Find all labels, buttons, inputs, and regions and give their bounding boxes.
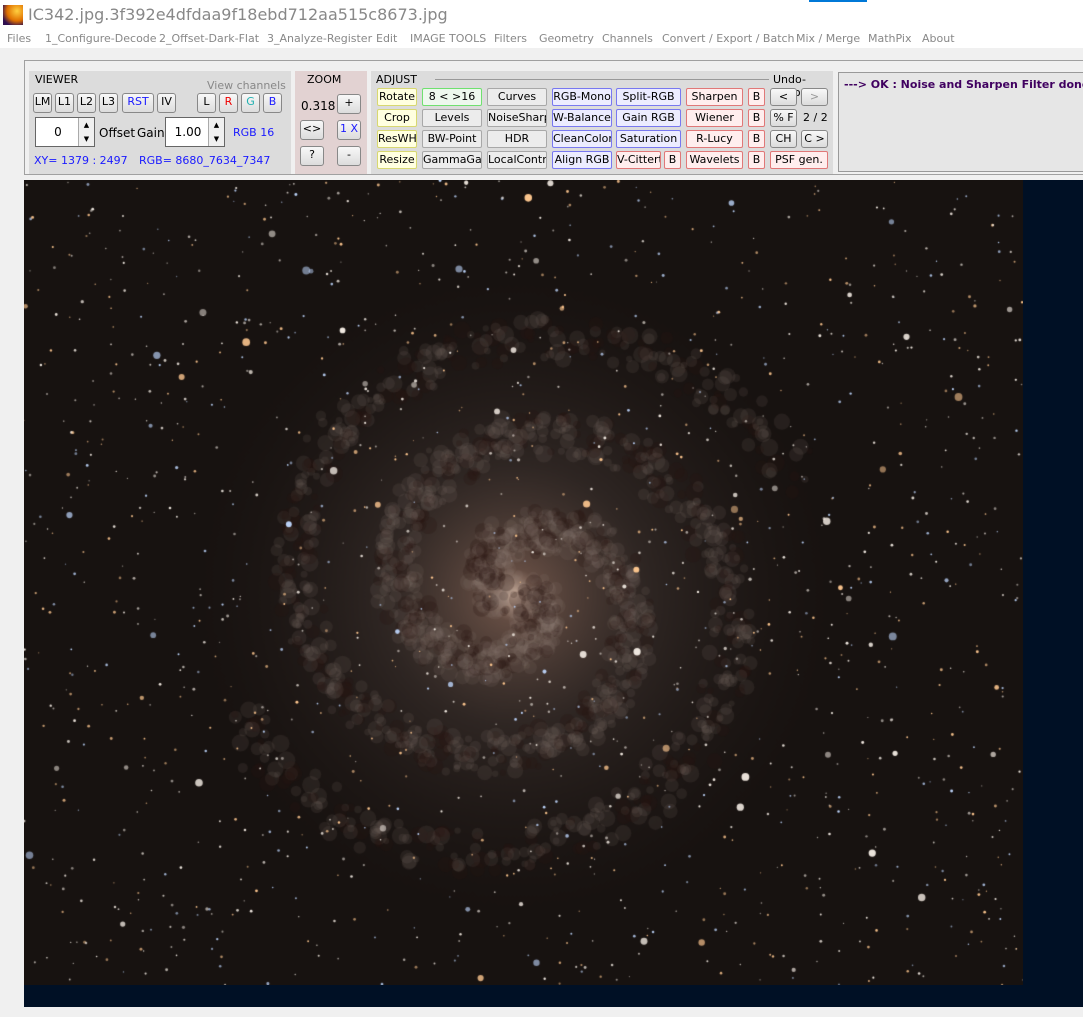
rgb-mono-button[interactable]: RGB-Mono (552, 88, 612, 106)
wavelets-button[interactable]: Wavelets (686, 151, 743, 169)
filter-b-button[interactable]: B (748, 109, 765, 127)
undo-button[interactable]: < (770, 88, 797, 106)
filter-b-button[interactable]: B (748, 130, 765, 148)
app-icon (3, 5, 23, 25)
filter-b-button[interactable]: B (748, 151, 765, 169)
menu-mathpix[interactable]: MathPix (868, 32, 911, 45)
status-box: ---> OK : Noise and Sharpen Filter done … (838, 72, 1083, 172)
menu-filters[interactable]: Filters (494, 32, 527, 45)
reswh-button[interactable]: ResWH (377, 130, 417, 148)
bw-point-button[interactable]: BW-Point (422, 130, 482, 148)
menu-3-analyze-register[interactable]: 3_Analyze-Register (267, 32, 372, 45)
gammagain-button[interactable]: GammaGain (422, 151, 482, 169)
gain-value: 1.00 (174, 125, 202, 139)
split-rgb-button[interactable]: Split-RGB (616, 88, 681, 106)
zoom-group: ZOOM 0.318 + <> 1 X ? - (295, 71, 367, 174)
zoom-out-button[interactable]: - (337, 146, 361, 166)
hdr-button[interactable]: HDR (487, 130, 547, 148)
menu-bar: Files 1_Configure-Decode 2_Offset-Dark-Fla… (0, 30, 1083, 48)
viewer-iv-button[interactable]: IV (157, 93, 176, 113)
ch-button[interactable]: CH (770, 130, 797, 148)
gain-rgb-button[interactable]: Gain RGB (616, 109, 681, 127)
percent-f-button[interactable]: % F (770, 109, 797, 127)
menu-geometry[interactable]: Geometry (539, 32, 594, 45)
accent-bar (809, 0, 867, 2)
psf-gen-button[interactable]: PSF gen. (770, 151, 828, 169)
divider (435, 79, 769, 80)
spin-arrows-icon[interactable]: ▲ ▼ (208, 118, 224, 146)
localcontr-button[interactable]: LocalContr (487, 151, 547, 169)
levels-button[interactable]: Levels (422, 109, 482, 127)
sharpen-button[interactable]: Sharpen (686, 88, 743, 106)
crop-button[interactable]: Crop (377, 109, 417, 127)
offset-label: Offset (99, 126, 136, 140)
viewer-title: VIEWER (35, 73, 79, 86)
menu-channels[interactable]: Channels (602, 32, 653, 45)
zoom-help-button[interactable]: ? (300, 146, 324, 166)
zoom-title: ZOOM (307, 73, 342, 86)
viewer-l2-button[interactable]: L2 (77, 93, 96, 113)
gain-label: Gain (137, 126, 165, 140)
title-bar: IC342.jpg.3f392e4dfdaa9f18ebd712aa515c86… (0, 0, 1083, 30)
rotate-button[interactable]: Rotate (377, 88, 417, 106)
offset-value: 0 (54, 125, 62, 139)
channel-r-button[interactable]: R (219, 93, 238, 113)
menu-2-offset-dark-flat[interactable]: 2_Offset-Dark-Flat (159, 32, 259, 45)
galaxy-image[interactable] (24, 180, 1023, 985)
channel-l-button[interactable]: L (197, 93, 216, 113)
gain-spinner[interactable]: 1.00 ▲ ▼ (165, 117, 225, 147)
saturation-button[interactable]: Saturation (616, 130, 681, 148)
8-16-button[interactable]: 8 < >16 (422, 88, 482, 106)
wiener-button[interactable]: Wiener (686, 109, 743, 127)
zoom-fit-button[interactable]: <> (300, 120, 324, 140)
menu-edit[interactable]: Edit (376, 32, 397, 45)
bit-depth: RGB 16 (233, 126, 275, 139)
view-channels-label: View channels (207, 79, 286, 92)
r-lucy-button[interactable]: R-Lucy (686, 130, 743, 148)
status-message: ---> OK : Noise and Sharpen Filter done … (844, 78, 1083, 91)
w-balance-button[interactable]: W-Balance (552, 109, 612, 127)
viewer-lm-button[interactable]: LM (33, 93, 52, 113)
curves-button[interactable]: Curves (487, 88, 547, 106)
menu-files[interactable]: Files (7, 32, 31, 45)
adjust-title: ADJUST (376, 73, 417, 86)
menu-image-tools[interactable]: IMAGE TOOLS (410, 32, 486, 45)
undo-counter: 2 / 2 (803, 111, 828, 124)
zoom-in-button[interactable]: + (337, 94, 361, 114)
menu-1-configure-decode[interactable]: 1_Configure-Decode (45, 32, 157, 45)
channel-g-button[interactable]: G (241, 93, 260, 113)
filter-b-button[interactable]: B (748, 88, 765, 106)
viewer-rst-button[interactable]: RST (122, 93, 154, 113)
c-next-button[interactable]: C > (801, 130, 828, 148)
resize-button[interactable]: Resize (377, 151, 417, 169)
window-title: IC342.jpg.3f392e4dfdaa9f18ebd712aa515c86… (28, 5, 448, 24)
channel-b-button[interactable]: B (263, 93, 282, 113)
redo-button[interactable]: > (801, 88, 828, 106)
menu-convert-export-batch[interactable]: Convert / Export / Batch (662, 32, 795, 45)
offset-spinner[interactable]: 0 ▲ ▼ (35, 117, 95, 147)
xy-readout: XY= 1379 : 2497 (34, 154, 128, 167)
noisesharp-button[interactable]: NoiseSharp (487, 109, 547, 127)
v-cittert-button[interactable]: V-Cittert (616, 151, 661, 169)
viewer-group: VIEWER View channels LM L1 L2 L3 RST IV L R G B 0… (29, 71, 291, 174)
cleancolor-button[interactable]: CleanColor (552, 130, 612, 148)
viewer-l3-button[interactable]: L3 (99, 93, 118, 113)
zoom-1x-button[interactable]: 1 X (337, 120, 361, 140)
spin-arrows-icon[interactable]: ▲ ▼ (78, 118, 94, 146)
rgb-readout: RGB= 8680_7634_7347 (139, 154, 271, 167)
v-cittert-b-button[interactable]: B (664, 151, 681, 169)
image-viewport[interactable] (24, 180, 1083, 1007)
menu-about[interactable]: About (922, 32, 955, 45)
viewer-l1-button[interactable]: L1 (55, 93, 74, 113)
adjust-group: ADJUST Undo-Redo RotateCropResWHResize8 … (371, 71, 833, 174)
align-rgb-button[interactable]: Align RGB (552, 151, 612, 169)
menu-mix-merge[interactable]: Mix / Merge (796, 32, 860, 45)
zoom-value: 0.318 (301, 99, 336, 113)
